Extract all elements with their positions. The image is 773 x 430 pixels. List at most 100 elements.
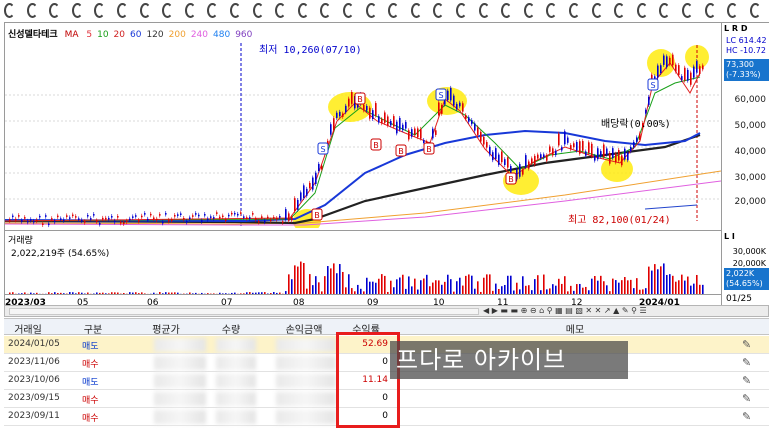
candle-body (261, 216, 263, 218)
candle-body (645, 109, 647, 114)
binding-ring (365, 3, 377, 18)
axis-toggle-li[interactable]: L I (724, 232, 735, 241)
candle-body (72, 214, 74, 217)
toolbar-icons[interactable]: ◀ ▶ ▬ ▬ ⊕ ⊖ ⌂ ⚲ ▦ ▤ ▧ ✕ ✕ ↗ ▲ ✎ ⚲ ☰ (483, 306, 647, 317)
volume-bar (330, 268, 332, 295)
volume-bar (630, 279, 632, 295)
volume-bar (366, 277, 368, 295)
header-qty[interactable]: 수량 (216, 321, 246, 336)
candle-body (129, 218, 131, 221)
lc-hc-box: LC 614.42 HC -10.72 (724, 35, 769, 57)
candle-body (306, 188, 308, 196)
volume-bar (534, 279, 536, 295)
binding-ring (659, 3, 671, 18)
volume-bar (666, 274, 668, 295)
candle-body (291, 216, 293, 221)
volume-bar (600, 275, 602, 295)
candle-body (477, 127, 479, 135)
candle-body (102, 217, 104, 220)
candle-body (558, 133, 560, 146)
candle-body (336, 112, 338, 118)
candle-body (216, 212, 218, 214)
memo-pencil-icon[interactable]: ✎ (742, 374, 751, 387)
candle-body (522, 169, 524, 175)
candle-body (252, 213, 254, 215)
binding-ring (139, 3, 151, 18)
candle-body (573, 143, 575, 148)
candle-body (474, 123, 476, 131)
candle-body (108, 217, 110, 220)
volume-bar (339, 264, 341, 295)
price-chart-area[interactable]: S B B B B S B S B 신성델타테크 MA 5 10 20 60 120 200 240 480 9… (4, 23, 722, 233)
candle-body (297, 200, 299, 210)
memo-pencil-icon[interactable]: ✎ (742, 338, 751, 351)
binding-ring (49, 3, 61, 18)
trade-type: 매수 (82, 414, 99, 424)
binding-ring (162, 3, 174, 18)
header-avg-price[interactable]: 평균가 (144, 321, 188, 336)
candle-body (228, 214, 230, 217)
volume-bar (654, 264, 656, 295)
price-tick-label: 30,000 (734, 173, 767, 183)
candle-body (540, 154, 542, 159)
candle-body (552, 148, 554, 156)
header-type[interactable]: 구분 (78, 321, 108, 336)
memo-pencil-icon[interactable]: ✎ (742, 356, 751, 369)
binding-ring (343, 3, 354, 18)
candle-body (96, 220, 98, 222)
candle-body (12, 215, 14, 218)
candle-body (537, 154, 539, 159)
candle-body (270, 219, 272, 222)
candle-body (432, 128, 434, 139)
memo-pencil-icon[interactable]: ✎ (742, 410, 751, 423)
chart-scrollbar[interactable] (9, 308, 479, 315)
candle-body (603, 144, 605, 158)
candle-body (267, 216, 269, 219)
binding-ring (26, 3, 38, 18)
axis-toggle-lrd[interactable]: L R D (724, 24, 747, 33)
candle-body (282, 221, 284, 223)
hc-value: HC -10.72 (726, 46, 766, 55)
volume-bar (408, 276, 410, 295)
candle-body (159, 214, 161, 216)
trade-marker-label: B (314, 211, 320, 220)
binding-ring (569, 3, 580, 18)
candle-body (519, 164, 521, 177)
volume-bar (687, 276, 689, 295)
redacted-cell (154, 410, 206, 424)
volume-bar (591, 278, 593, 295)
binding-ring (4, 3, 15, 18)
candle-body (570, 145, 572, 150)
candle-body (663, 55, 665, 65)
candle-body (408, 130, 410, 140)
trade-date: 2023/09/11 (8, 411, 60, 421)
header-memo[interactable]: 메모 (560, 321, 590, 336)
candle-body (339, 111, 341, 117)
ma-period-120: 120 (146, 30, 164, 40)
volume-bar (597, 280, 599, 295)
memo-pencil-icon[interactable]: ✎ (742, 392, 751, 405)
candle-body (387, 116, 389, 126)
binding-ring (704, 3, 716, 18)
binding-ring (94, 3, 106, 18)
stock-name: 신성델타테크 (8, 30, 58, 40)
candle-body (120, 221, 122, 224)
stock-chart-panel: S B B B B S B S B 신성델타테크 MA 5 10 20 60 120 200 240 480 9… (4, 22, 770, 314)
candle-body (15, 218, 17, 221)
volume-bar (315, 276, 317, 295)
candle-body (279, 216, 281, 218)
candle-body (117, 216, 119, 218)
candle-body (27, 220, 29, 223)
candle-body (201, 220, 203, 222)
header-pnl[interactable]: 손익금액 (276, 321, 332, 336)
redacted-cell (276, 338, 336, 352)
candle-body (594, 155, 596, 161)
header-date[interactable]: 거래일 (8, 321, 48, 336)
volume-bar (507, 275, 509, 295)
candle-body (696, 61, 698, 73)
candle-body (657, 65, 659, 78)
candle-body (672, 54, 674, 66)
volume-bar (465, 275, 467, 295)
candle-body (51, 218, 53, 220)
candle-body (525, 155, 527, 168)
